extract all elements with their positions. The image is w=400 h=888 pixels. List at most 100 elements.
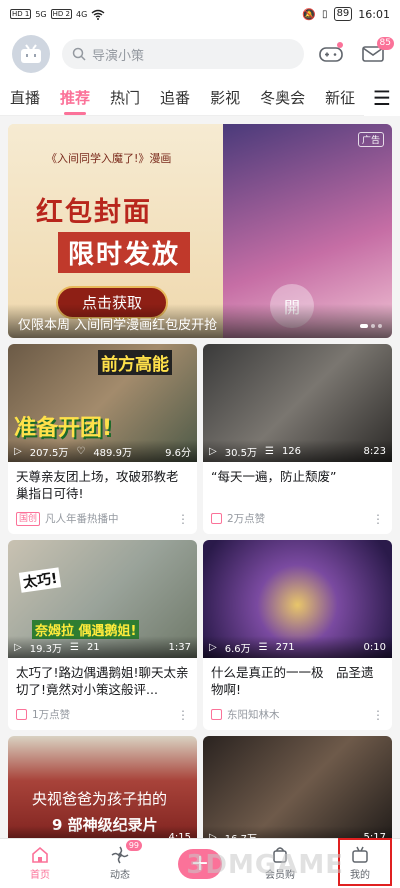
nav-shop[interactable]: 会员购 (252, 846, 308, 881)
meta-text: 东阳知林木 (227, 709, 280, 721)
up-icon (16, 709, 27, 720)
message-count-badge: 85 (376, 37, 394, 50)
video-feed: 前方高能 准备开团! ▷ 207.5万 ♡ 489.9万 9.6分 天尊亲友团上场，… (0, 338, 400, 848)
bilibili-tv-icon (21, 44, 41, 63)
category-tag: 国创 (16, 511, 41, 526)
tab-anime[interactable]: 追番 (160, 87, 190, 108)
video-card[interactable]: 央视爸爸为孩子拍的 9 部神级纪录片 4:15 (8, 736, 197, 848)
more-options-icon[interactable]: ⋮ (177, 708, 189, 722)
tab-recommend[interactable]: 推荐 (60, 87, 90, 108)
notification-dot (337, 42, 343, 48)
banner-pager (360, 324, 382, 328)
video-meta: 东阳知林木 ⋮ (211, 707, 384, 722)
up-icon (211, 513, 222, 524)
banner-ribbon: 《入间同学入魔了!》漫画 (46, 152, 172, 165)
dynamic-badge: 99 (125, 840, 142, 851)
danmaku-icon: ☰ (264, 445, 274, 457)
game-center-button[interactable] (316, 39, 346, 69)
more-options-icon[interactable]: ⋮ (372, 708, 384, 722)
tab-new[interactable]: 新征 (325, 87, 355, 108)
duration: 0:10 (363, 641, 386, 653)
danmaku-icon: ☰ (258, 641, 268, 653)
video-card[interactable]: ▷ 6.6万 ☰ 271 0:10 什么是真正的一一极 品圣遗物啊! 东阳知林木 ⋮ (203, 540, 392, 730)
video-stats: ▷ 207.5万 ♡ 489.9万 9.6分 (8, 440, 197, 462)
video-stats: ▷ 6.6万 ☰ 271 0:10 (203, 636, 392, 658)
duration: 1:37 (168, 641, 191, 653)
shop-icon (273, 847, 287, 863)
highlight-box (338, 838, 392, 886)
more-options-icon[interactable]: ⋮ (372, 512, 384, 526)
clock: 16:01 (358, 7, 390, 21)
video-thumbnail: ▷ 30.5万 ☰ 126 8:23 (203, 344, 392, 462)
meta-text: 凡人年番热播中 (45, 513, 119, 525)
view-count: 207.5万 (29, 447, 69, 459)
up-icon (211, 709, 222, 720)
thumbnail-text-top: 太巧! (18, 567, 62, 593)
hamburger-icon: ☰ (373, 86, 391, 110)
banner-headline-2: 限时发放 (58, 232, 191, 273)
video-card[interactable]: 太巧! 奈姆拉 偶遇鹅姐! ▷ 19.3万 ☰ 21 1:37 太巧了!路边偶遇鹅姐… (8, 540, 197, 730)
tabs-menu-button[interactable]: ☰ (364, 80, 400, 116)
battery-indicator: 89 (333, 7, 353, 21)
tab-live[interactable]: 直播 (10, 87, 40, 108)
duration: 8:23 (363, 445, 386, 457)
messages-button[interactable]: 85 (358, 37, 394, 69)
danmaku-count: 271 (275, 641, 295, 653)
search-icon (72, 47, 86, 61)
avatar[interactable] (12, 35, 50, 73)
tab-winter-olympics[interactable]: 冬奥会 (260, 87, 305, 108)
video-card[interactable]: ▷16.7万 5:17 (203, 736, 392, 848)
play-icon: ▷ (209, 641, 217, 653)
silent-icon: 🔕 (302, 7, 317, 21)
video-title: 天尊亲友团上场，攻破邪教老巢指日可待! (16, 469, 179, 501)
like-icon: ♡ (76, 445, 86, 457)
play-icon: ▷ (14, 641, 22, 653)
meta-text: 1万点赞 (32, 709, 71, 721)
video-thumbnail: 太巧! 奈姆拉 偶遇鹅姐! ▷ 19.3万 ☰ 21 1:37 (8, 540, 197, 658)
more-options-icon[interactable]: ⋮ (177, 512, 189, 526)
wifi-icon (91, 9, 105, 20)
nav-home-label: 首页 (30, 870, 50, 881)
video-thumbnail: 央视爸爸为孩子拍的 9 部神级纪录片 4:15 (8, 736, 197, 848)
ad-badge: 广告 (357, 132, 384, 147)
play-icon: ▷ (209, 445, 217, 457)
video-stats: ▷ 30.5万 ☰ 126 8:23 (203, 440, 392, 462)
sim1-indicator: HD 1 (10, 9, 32, 19)
view-count: 19.3万 (29, 643, 62, 655)
nav-home[interactable]: 首页 (12, 846, 68, 881)
sim2-indicator: HD 2 (50, 9, 72, 19)
meta-text: 2万点赞 (227, 513, 266, 525)
video-card[interactable]: 前方高能 准备开团! ▷ 207.5万 ♡ 489.9万 9.6分 天尊亲友团上场，… (8, 344, 197, 534)
status-bar: HD 1 5G HD 2 4G 🔕 ▯ 89 16:01 (0, 0, 400, 28)
network2: 4G (75, 9, 88, 19)
danmaku-count: 21 (86, 641, 100, 653)
video-title: 太巧了!路边偶遇鹅姐!聊天太亲切了!竟然对小策这般评... (16, 665, 189, 697)
promo-banner[interactable]: 《入间同学入魔了!》漫画 红包封面 限时发放 点击获取 開 广告 仅限本周 入间… (8, 124, 392, 338)
banner-caption: 仅限本周 入间同学漫画红包皮开抢 (8, 304, 392, 338)
tab-film[interactable]: 影视 (210, 87, 240, 108)
plus-icon: + (178, 848, 222, 879)
play-icon: ▷ (14, 445, 22, 457)
video-meta: 1万点赞 ⋮ (16, 707, 189, 722)
video-thumbnail: ▷ 6.6万 ☰ 271 0:10 (203, 540, 392, 658)
network1: 5G (35, 9, 47, 19)
video-meta: 国创 凡人年番热播中 ⋮ (16, 511, 189, 526)
video-meta: 2万点赞 ⋮ (211, 511, 384, 526)
video-card[interactable]: ▷ 30.5万 ☰ 126 8:23 “每天一遍，防止颓废” 2万点赞 ⋮ (203, 344, 392, 534)
banner-headline-1: 红包封面 (36, 197, 152, 228)
video-thumbnail: 前方高能 准备开团! ▷ 207.5万 ♡ 489.9万 9.6分 (8, 344, 197, 462)
top-header: 导演小策 85 (0, 28, 400, 80)
nav-dynamic[interactable]: 动态 99 (92, 840, 148, 881)
nav-dynamic-label: 动态 (110, 870, 130, 881)
view-count: 6.6万 (224, 643, 251, 655)
video-thumbnail: ▷16.7万 5:17 (203, 736, 392, 848)
search-placeholder: 导演小策 (92, 48, 145, 64)
nav-publish[interactable]: + (172, 848, 228, 879)
video-title: 什么是真正的一一极 品圣遗物啊! (211, 665, 374, 697)
view-count: 30.5万 (224, 447, 257, 459)
nav-shop-label: 会员购 (265, 870, 295, 881)
search-input[interactable]: 导演小策 (62, 39, 304, 69)
video-stats: ▷ 19.3万 ☰ 21 1:37 (8, 636, 197, 658)
tab-hot[interactable]: 热门 (110, 87, 140, 108)
video-title: “每天一遍，防止颓废” (211, 469, 337, 484)
